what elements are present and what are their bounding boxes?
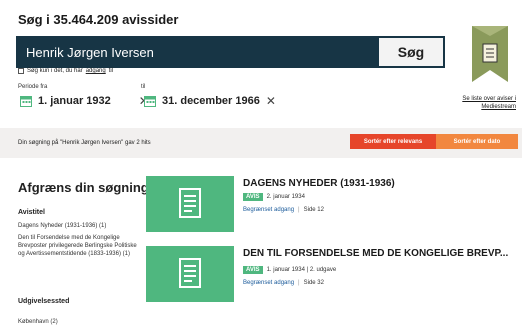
- result-thumbnail[interactable]: [146, 176, 234, 232]
- query-value: "Henrik Jørgen Iversen": [60, 140, 124, 146]
- newspaper-list-link-line2: Mediestream: [481, 104, 516, 110]
- facet-group-title: Avistitel: [18, 209, 45, 216]
- date-from-field[interactable]: 1. januar 1932 ✕: [20, 94, 149, 108]
- facet-item[interactable]: Den til Forsendelse med de Kongelige Bre…: [18, 234, 142, 258]
- period-to-label: til: [141, 84, 146, 90]
- clear-icon[interactable]: ✕: [266, 94, 276, 108]
- access-link[interactable]: Begrænset adgang: [243, 280, 294, 286]
- query-hits: gav 2 hits: [124, 140, 151, 146]
- limit-access-checkbox[interactable]: [18, 68, 24, 74]
- calendar-icon[interactable]: [144, 95, 156, 107]
- search-input[interactable]: [26, 42, 336, 62]
- search-button[interactable]: Søg: [379, 38, 443, 66]
- filter-title: Afgræns din søgning: [18, 180, 149, 195]
- option-suffix: til: [108, 68, 114, 74]
- result-date: 2. januar 1934: [266, 194, 305, 200]
- limit-access-option[interactable]: Søg kun i det, du har adgang til: [18, 68, 113, 74]
- result-meta: AVIS 1. januar 1934 | 2. udgave: [243, 266, 336, 274]
- result-title[interactable]: DAGENS NYHEDER (1931-1936): [243, 178, 395, 189]
- search-bar: Søg: [16, 36, 445, 68]
- page-number: Side 32: [303, 280, 324, 286]
- option-prefix: Søg kun i det, du har: [27, 68, 83, 74]
- search-panel: Søg i 35.464.209 avissider Søg Søg kun i…: [0, 0, 522, 118]
- newspaper-list-link-line1: Se liste over aviser i: [462, 96, 516, 102]
- query-summary: Din søgning på "Henrik Jørgen Iversen" g…: [18, 140, 151, 146]
- access-link[interactable]: adgang: [86, 68, 106, 74]
- calendar-icon[interactable]: [20, 95, 32, 107]
- search-heading: Søg i 35.464.209 avissider: [18, 12, 179, 27]
- result-meta: AVIS 2. januar 1934: [243, 193, 305, 201]
- result-access: Begrænset adgang | Side 32: [243, 280, 324, 286]
- type-badge: AVIS: [243, 193, 263, 201]
- newspaper-icon: [179, 258, 201, 288]
- results-bar: Din søgning på "Henrik Jørgen Iversen" g…: [0, 128, 522, 158]
- date-to-value: 31. december 1966: [162, 95, 260, 107]
- period-from-label: Periode fra: [18, 84, 48, 90]
- newspaper-list-link[interactable]: Se liste over aviser i Mediestream: [462, 95, 516, 111]
- date-from-value: 1. januar 1932: [38, 95, 111, 107]
- page-number: Side 12: [303, 207, 324, 213]
- result-item[interactable]: DEN TIL FORSENDELSE MED DE KONGELIGE BRE…: [146, 246, 518, 306]
- facet-item[interactable]: København (2): [18, 318, 142, 326]
- facet-item[interactable]: Dagens Nyheder (1931-1936) (1): [18, 222, 142, 230]
- result-title[interactable]: DEN TIL FORSENDELSE MED DE KONGELIGE BRE…: [243, 248, 508, 259]
- facet-group-title: Udgivelsessted: [18, 298, 70, 305]
- sort-date-button[interactable]: Sortér efter dato: [436, 134, 518, 149]
- logo-icon: [472, 26, 508, 82]
- result-thumbnail[interactable]: [146, 246, 234, 302]
- separator: |: [298, 207, 300, 213]
- newspaper-icon: [179, 188, 201, 218]
- separator: |: [298, 280, 300, 286]
- type-badge: AVIS: [243, 266, 263, 274]
- result-date: 1. januar 1934 | 2. udgave: [266, 267, 337, 273]
- result-item[interactable]: DAGENS NYHEDER (1931-1936) AVIS 2. janua…: [146, 176, 518, 236]
- access-link[interactable]: Begrænset adgang: [243, 207, 294, 213]
- date-to-field[interactable]: 31. december 1966 ✕: [144, 94, 276, 108]
- sort-relevance-button[interactable]: Sortér efter relevans: [350, 134, 436, 149]
- query-prefix: Din søgning på: [18, 140, 59, 146]
- result-access: Begrænset adgang | Side 12: [243, 207, 324, 213]
